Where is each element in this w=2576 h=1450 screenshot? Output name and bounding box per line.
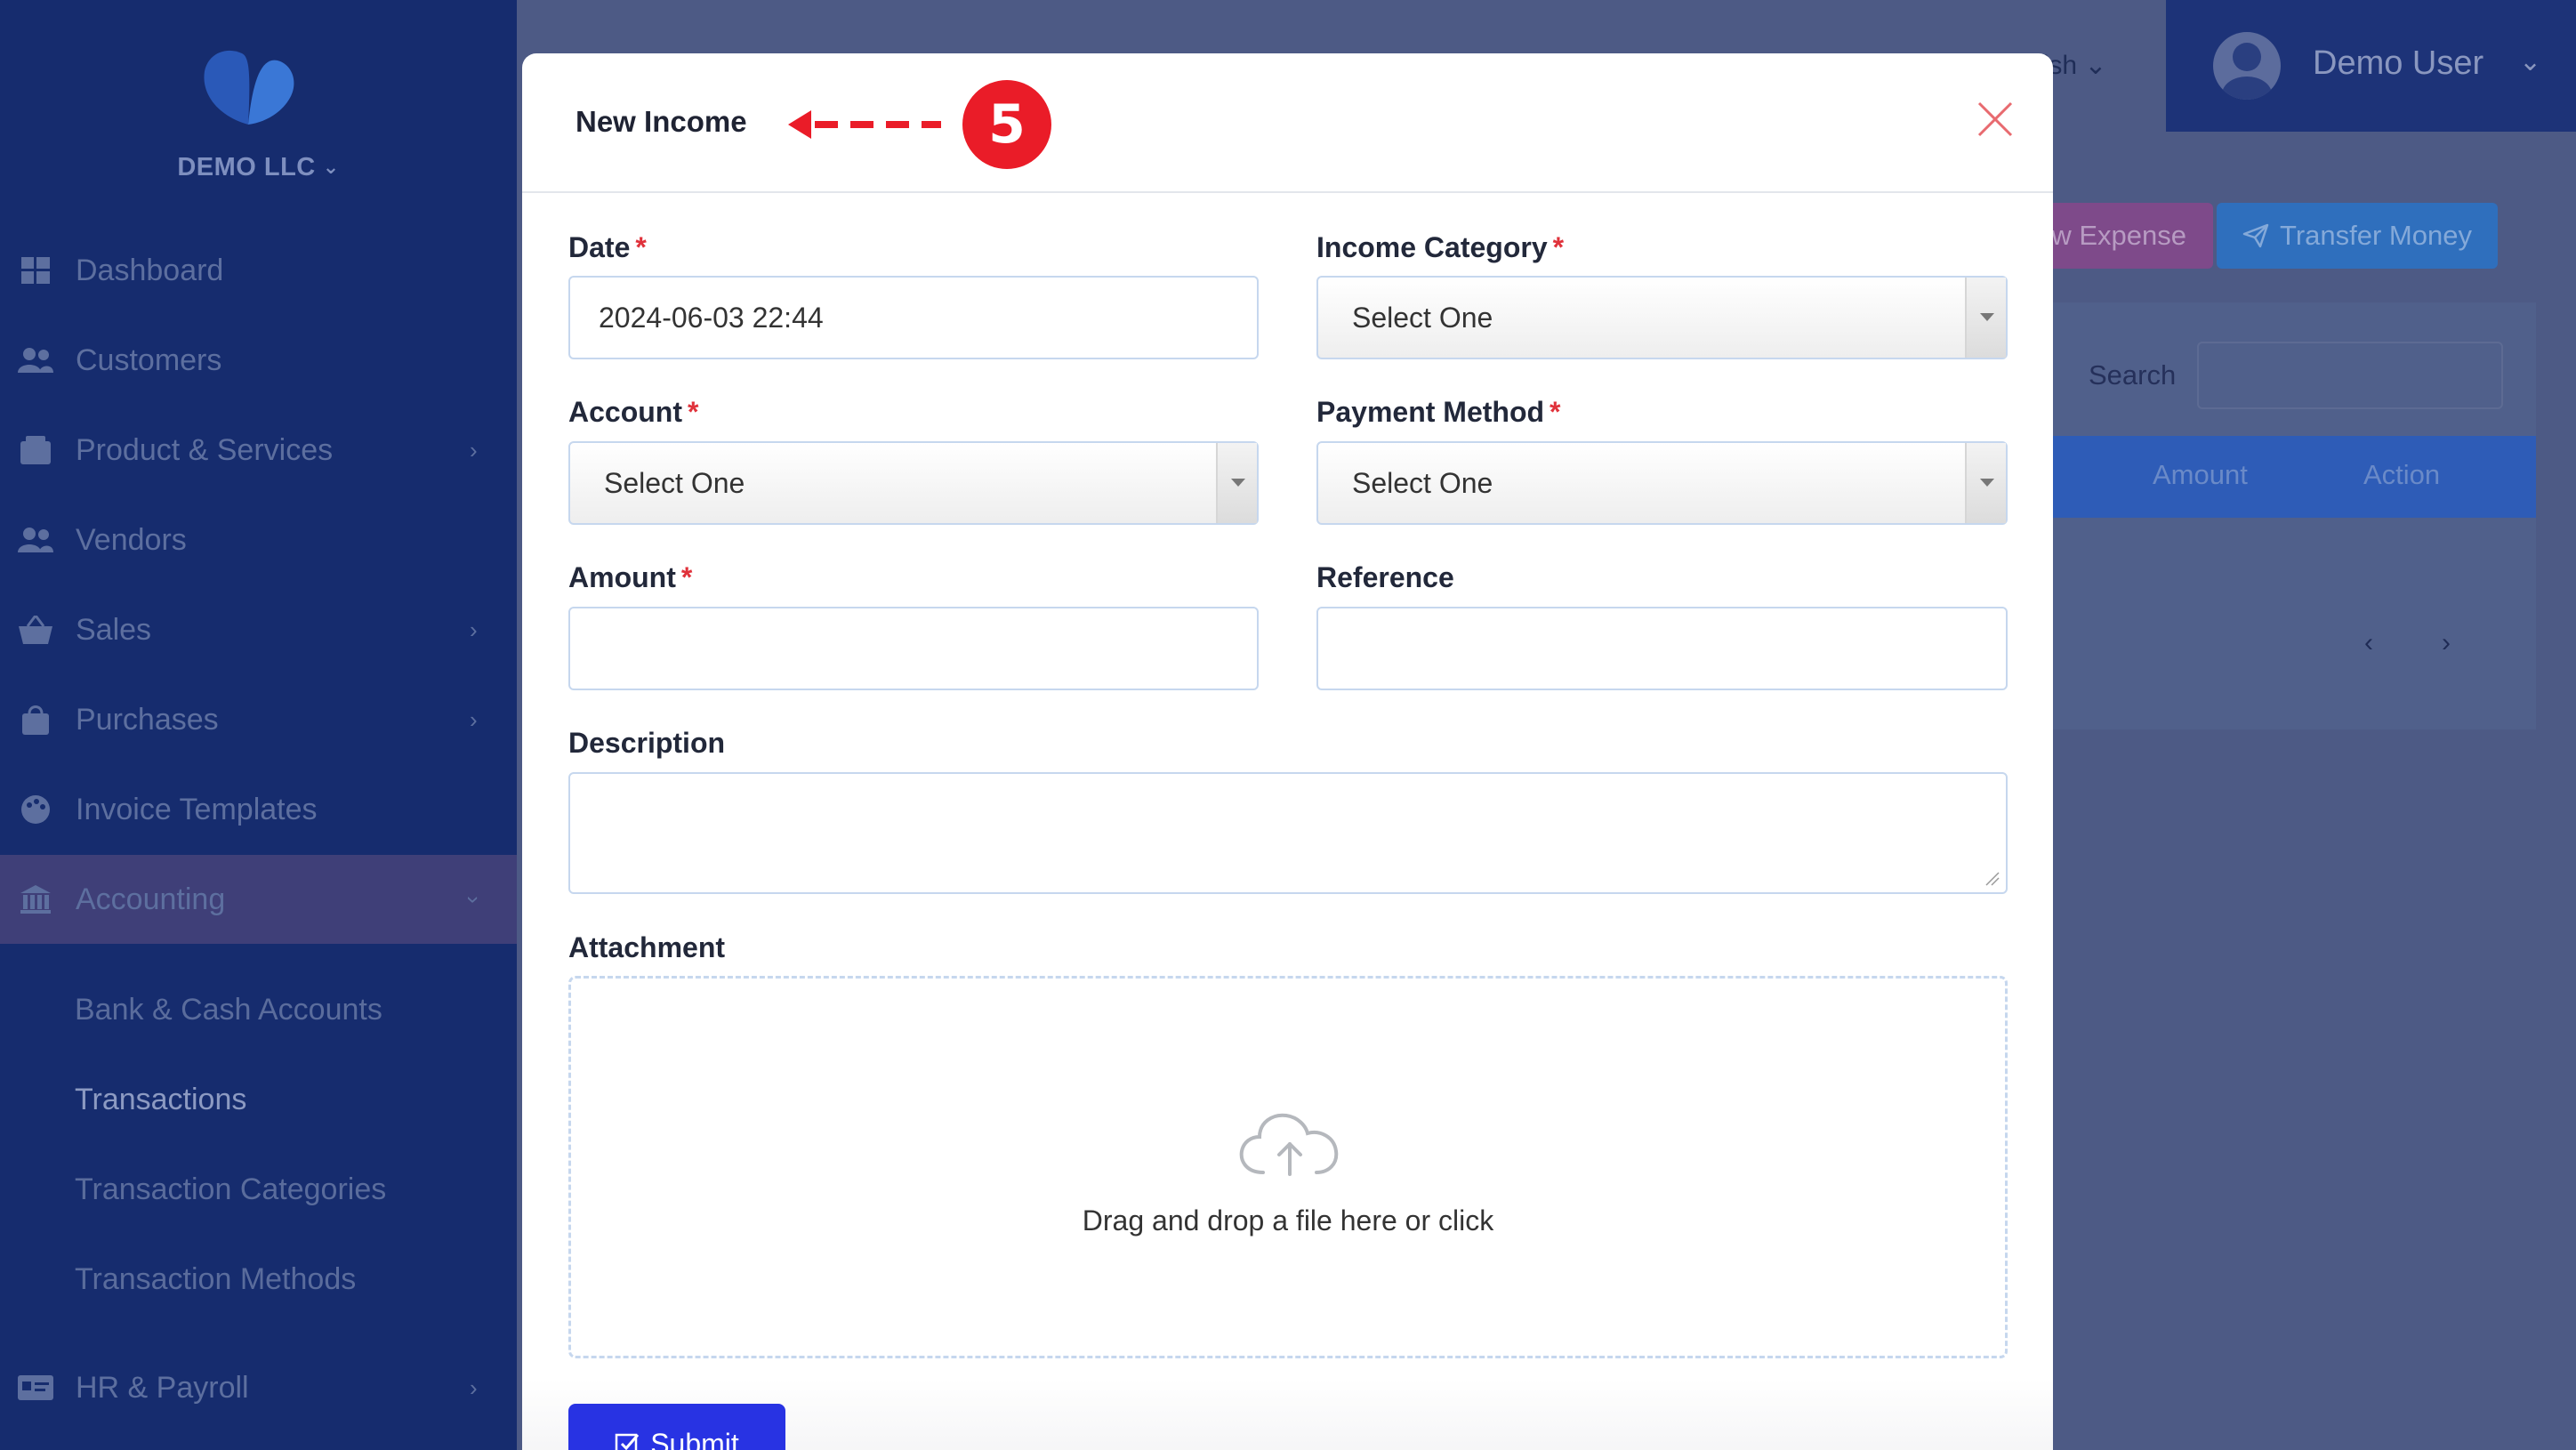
chevron-right-icon: › (470, 616, 478, 643)
payment-method-value: Select One (1352, 466, 1493, 499)
chevron-down-icon: › (460, 895, 487, 904)
dropdown-arrow-icon (1965, 443, 2006, 523)
reference-label: Reference (1316, 561, 1454, 593)
amount-field[interactable] (568, 607, 1259, 690)
user-name[interactable]: Demo User (2313, 44, 2483, 83)
cloud-upload-icon (1239, 1113, 1339, 1176)
basket-icon (18, 614, 53, 646)
sidebar-item-label: Dashboard (76, 253, 224, 287)
required-marker: * (688, 396, 699, 428)
sidebar-item-label: Invoice Templates (76, 792, 318, 826)
chevron-down-icon: ⌄ (2084, 51, 2107, 80)
submit-label: Submit (650, 1427, 739, 1450)
account-label: Account * (568, 396, 699, 428)
sidebar-item-label: Vendors (76, 522, 187, 557)
sidebar-item-label: HR & Payroll (76, 1370, 249, 1405)
sidebar-item-label: Purchases (76, 702, 219, 737)
chevron-down-icon: ⌄ (322, 156, 340, 178)
sidebar-item-product-services[interactable]: Product & Services › (0, 406, 517, 495)
column-header-amount[interactable]: Amount (2153, 459, 2248, 491)
date-field[interactable]: 2024-06-03 22:44 (568, 276, 1259, 359)
sidebar-subitem-bank-cash-accounts[interactable]: Bank & Cash Accounts (75, 993, 382, 1027)
account-select[interactable]: Select One (568, 441, 1259, 525)
income-category-label: Income Category * (1316, 231, 1565, 263)
users-icon (18, 524, 53, 556)
description-textarea[interactable] (568, 772, 2008, 894)
chevron-right-icon: › (470, 1373, 478, 1401)
sidebar-item-customers[interactable]: Customers (0, 316, 517, 405)
sidebar-item-label: Product & Services (76, 432, 334, 467)
sidebar-item-sales[interactable]: Sales › (0, 585, 517, 674)
reference-field[interactable] (1316, 607, 2008, 690)
chevron-down-icon[interactable]: ⌄ (2519, 46, 2541, 77)
modal-header: New Income 5 (522, 53, 2053, 193)
dropdown-arrow-icon (1216, 443, 1257, 523)
annotation-arrow-icon (788, 110, 941, 139)
sidebar-item-vendors[interactable]: Vendors (0, 495, 517, 584)
company-name: DEMO LLC (177, 153, 316, 181)
send-icon (2242, 223, 2269, 248)
sidebar: DEMO LLC ⌄ Dashboard Customers Product & … (0, 0, 517, 1450)
transfer-money-label: Transfer Money (2280, 220, 2472, 251)
required-marker: * (680, 561, 693, 593)
users-icon (18, 344, 53, 376)
sidebar-subitem-transaction-methods[interactable]: Transaction Methods (75, 1262, 356, 1297)
search-input[interactable] (2197, 342, 2503, 409)
bag-icon (18, 704, 53, 736)
sidebar-subitem-transactions[interactable]: Transactions (75, 1083, 246, 1117)
new-income-modal: New Income 5 Date * 2024-06-03 22:44 Inco… (522, 53, 2053, 1450)
chevron-right-icon: › (470, 436, 478, 463)
box-icon (18, 434, 53, 466)
pagination-prev-icon[interactable]: ‹ (2364, 628, 2373, 658)
dashboard-icon (18, 254, 53, 286)
checkbox-icon (615, 1433, 640, 1450)
company-switcher[interactable]: DEMO LLC ⌄ (0, 153, 517, 182)
sidebar-item-label: Sales (76, 612, 152, 647)
income-category-select[interactable]: Select One (1316, 276, 2008, 359)
amount-label: Amount * (568, 561, 693, 593)
dropzone-text: Drag and drop a file here or click (1082, 1204, 1494, 1237)
required-marker: * (635, 231, 647, 263)
column-header-action: Action (2363, 459, 2441, 490)
sidebar-item-invoice-templates[interactable]: Invoice Templates (0, 765, 517, 854)
date-label: Date * (568, 231, 647, 263)
description-label: Description (568, 727, 726, 759)
sidebar-item-dashboard[interactable]: Dashboard (0, 226, 517, 315)
sidebar-item-label: Customers (76, 342, 222, 377)
palette-icon (18, 793, 53, 826)
step-badge: 5 (962, 80, 1051, 169)
resize-handle-icon[interactable] (1984, 871, 2000, 887)
chevron-right-icon: › (470, 705, 478, 733)
payment-method-select[interactable]: Select One (1316, 441, 2008, 525)
sidebar-subitem-transaction-categories[interactable]: Transaction Categories (75, 1172, 386, 1207)
search-label: Search (2089, 359, 2177, 391)
company-logo (204, 50, 294, 125)
table-header (2001, 436, 2536, 518)
required-marker: * (1550, 396, 1561, 428)
id-card-icon (18, 1372, 53, 1404)
close-icon[interactable] (1976, 100, 2015, 139)
avatar[interactable] (2213, 32, 2281, 100)
dropdown-arrow-icon (1965, 278, 2006, 358)
modal-title: New Income (576, 105, 747, 138)
bank-icon (18, 883, 53, 915)
attachment-label: Attachment (568, 931, 726, 963)
required-marker: * (1552, 231, 1565, 263)
pagination-next-icon[interactable]: › (2442, 628, 2451, 658)
sidebar-item-label: Accounting (76, 882, 226, 916)
sidebar-item-hr-payroll[interactable]: HR & Payroll › (0, 1343, 517, 1432)
attachment-dropzone[interactable]: Drag and drop a file here or click (568, 976, 2008, 1358)
submit-button[interactable]: Submit (568, 1404, 785, 1450)
sidebar-item-accounting[interactable]: Accounting › (0, 855, 517, 944)
sidebar-item-purchases[interactable]: Purchases › (0, 675, 517, 764)
transfer-money-button[interactable]: Transfer Money (2217, 203, 2498, 269)
account-value: Select One (604, 466, 745, 499)
income-category-value: Select One (1352, 301, 1493, 334)
payment-method-label: Payment Method * (1316, 396, 1561, 428)
